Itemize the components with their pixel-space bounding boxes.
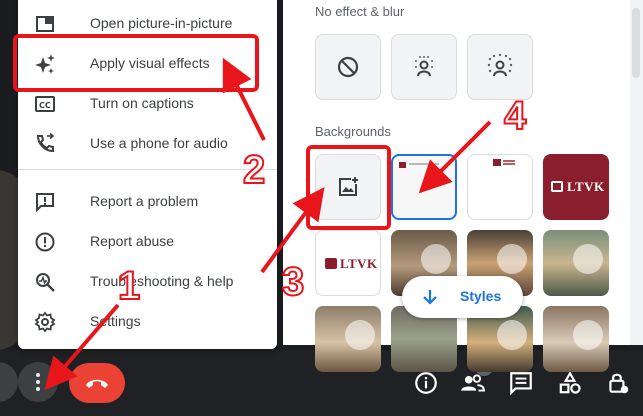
annotation-number-2: 2 — [242, 148, 266, 192]
annotation-arrow-4 — [418, 120, 492, 194]
meet-screen: 1 No effect & blur — [0, 0, 643, 416]
annotation-arrows — [44, 57, 492, 391]
annotation-number-4: 4 — [503, 94, 527, 138]
annotation-number-1: 1 — [117, 264, 141, 308]
annotation-arrow-1 — [44, 303, 120, 391]
annotation-arrow-2 — [222, 57, 266, 141]
annotation-number-3: 3 — [281, 260, 305, 304]
